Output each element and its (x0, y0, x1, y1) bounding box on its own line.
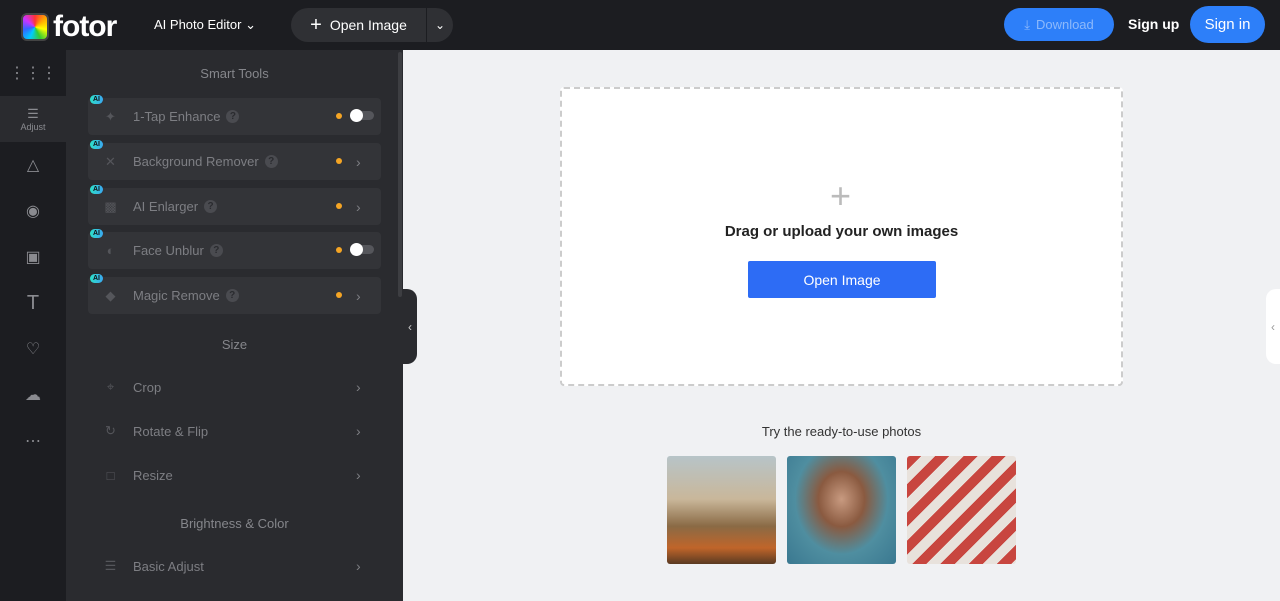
rail-effects[interactable]: △ (0, 142, 66, 188)
open-image-dropdown[interactable]: ⌄ (427, 18, 453, 32)
grid-icon: ⋮⋮⋮ (9, 65, 57, 82)
sample-photo-portrait[interactable] (787, 456, 896, 564)
frame-icon: ▣ (25, 249, 41, 266)
sample-photo-balloons[interactable] (667, 456, 776, 564)
tool-face-unblur[interactable]: AI ◐ Face Unblur? (88, 229, 381, 269)
chevron-right-icon: › (356, 198, 361, 215)
tool-background-remover[interactable]: AI ✕ Background Remover? › (88, 140, 381, 180)
help-icon[interactable]: ? (226, 110, 240, 123)
rail-templates[interactable]: ⋮⋮⋮ (0, 50, 66, 96)
adjust-panel: Smart Tools AI ✦ 1-Tap Enhance? AI ✕ Backgro… (66, 50, 403, 601)
upload-dropzone[interactable]: + Drag or upload your own images Open Im… (560, 87, 1123, 386)
tool-magic-remove[interactable]: AI ◆ Magic Remove? › (88, 274, 381, 314)
rotate-icon: ↻ (105, 423, 116, 438)
sliders-icon: ☰ (104, 558, 117, 573)
section-smart-tools: Smart Tools (200, 66, 269, 81)
sample-photos-label: Try the ready-to-use photos (761, 424, 922, 439)
open-image-main-button[interactable]: Open Image (748, 261, 936, 298)
rail-frames[interactable]: ▣ (0, 234, 66, 280)
tool-basic-adjust[interactable]: ☰ Basic Adjust › (88, 551, 381, 581)
eye-icon: ◉ (26, 203, 40, 220)
rail-elements[interactable]: ♡ (0, 326, 66, 372)
more-icon: ⋯ (25, 433, 41, 450)
help-icon[interactable]: ? (225, 289, 239, 302)
rail-more[interactable]: ⋯ (0, 418, 66, 464)
status-dot (336, 158, 342, 164)
download-button[interactable]: ⤓ Download (1004, 8, 1114, 41)
rail-adjust[interactable]: ☰ Adjust (0, 96, 66, 142)
status-dot (336, 113, 342, 119)
tool-rotate-flip[interactable]: ↻ Rotate & Flip › (88, 416, 381, 446)
status-dot (336, 247, 342, 253)
rail-beauty[interactable]: ◉ (0, 188, 66, 234)
cloud-upload-icon: ☁ (25, 387, 41, 404)
eraser-icon: ◆ (105, 287, 116, 303)
tool-1-tap-enhance[interactable]: AI ✦ 1-Tap Enhance? (88, 95, 381, 135)
sign-up-link[interactable]: Sign up (1128, 16, 1179, 32)
tool-crop[interactable]: ⌖ Crop › (88, 372, 381, 402)
open-image-split-button: + Open Image ⌄ (291, 8, 453, 42)
sliders-icon: ☰ (27, 106, 39, 121)
unblur-toggle[interactable] (350, 243, 374, 256)
help-icon[interactable]: ? (204, 200, 218, 213)
face-icon: ◐ (106, 243, 115, 258)
chevron-down-icon: ⌄ (245, 17, 256, 32)
plus-icon: + (310, 13, 322, 36)
chevron-right-icon: › (356, 379, 361, 395)
fotor-logo[interactable]: fotor (21, 10, 117, 44)
tool-ai-enlarger[interactable]: AI ▩ AI Enlarger? › (88, 185, 381, 225)
status-dot (336, 203, 342, 209)
tool-resize[interactable]: □ Resize › (88, 460, 381, 490)
help-icon[interactable]: ? (209, 244, 223, 257)
rail-uploads[interactable]: ☁ (0, 372, 66, 418)
tool-rail: ⋮⋮⋮ ☰ Adjust △ ◉ ▣ T ♡ ☁ ⋯ (0, 50, 66, 601)
section-size: Size (221, 337, 248, 352)
resize-icon: □ (106, 467, 115, 483)
plus-icon: + (830, 175, 852, 216)
logo-icon (21, 13, 49, 41)
enhance-toggle[interactable] (350, 109, 374, 122)
sign-in-button[interactable]: Sign in (1190, 6, 1265, 43)
flask-icon: △ (26, 157, 40, 174)
right-panel-toggle[interactable]: ‹ (1266, 289, 1280, 364)
chevron-right-icon: › (356, 287, 361, 304)
product-menu[interactable]: AI Photo Editor ⌄ (154, 17, 256, 33)
help-icon[interactable]: ? (264, 155, 278, 168)
panel-scrollbar[interactable] (398, 52, 402, 297)
chevron-right-icon: › (356, 467, 361, 483)
rail-text[interactable]: T (0, 280, 66, 326)
collapse-panel-button[interactable]: ‹ (403, 289, 417, 364)
magic-wand-icon: ✦ (105, 108, 116, 124)
chevron-right-icon: › (356, 153, 361, 170)
chevron-right-icon: › (356, 558, 361, 574)
crop-icon: ⌖ (106, 379, 115, 394)
top-bar: fotor AI Photo Editor ⌄ + Open Image ⌄ ⤓ D… (0, 0, 1280, 50)
open-image-button[interactable]: + Open Image (291, 8, 427, 42)
download-icon: ⤓ (1024, 16, 1030, 32)
text-icon: T (26, 291, 40, 314)
sample-photo-flatlay[interactable] (907, 456, 1016, 564)
section-brightness: Brightness & Color (180, 516, 289, 531)
shapes-icon: ♡ (25, 341, 41, 358)
enlarge-icon: ▩ (104, 198, 117, 214)
chevron-right-icon: › (356, 423, 361, 439)
scissors-icon: ✕ (105, 153, 116, 169)
status-dot (336, 292, 342, 298)
